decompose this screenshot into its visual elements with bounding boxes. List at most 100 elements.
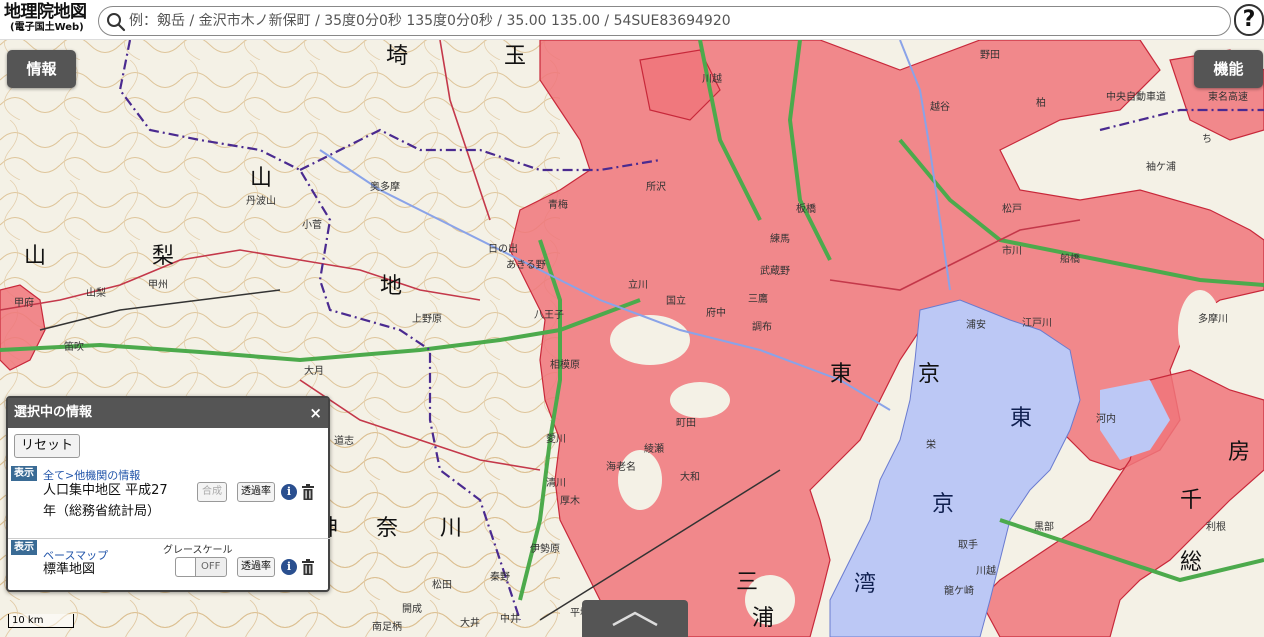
place-noda: 野田 bbox=[980, 50, 1000, 61]
toggle-state: OFF bbox=[201, 561, 221, 572]
place-sagamihara: 相模原 bbox=[550, 360, 580, 371]
map-label-so: 総 bbox=[1180, 550, 1203, 575]
place-tabayama: 丹波山 bbox=[246, 196, 276, 207]
functions-button[interactable]: 機能 bbox=[1194, 50, 1263, 88]
place-hadano: 秦野 bbox=[490, 572, 510, 583]
layer-name-line2: 年（総務省統計局） bbox=[43, 504, 161, 519]
place-isehara: 伊勢原 bbox=[530, 544, 560, 555]
map-label-ura: 浦 bbox=[752, 606, 775, 631]
map-label-gawa: 川 bbox=[440, 516, 463, 541]
place-nagara: 利根 bbox=[1206, 522, 1226, 533]
selected-info-panel: 選択中の情報 × リセット 表示 全て>他機関の情報 人口集中地区 平成27 年… bbox=[6, 396, 330, 592]
place-doshi: 道志 bbox=[334, 436, 354, 447]
chevron-up-icon bbox=[612, 611, 658, 627]
place-ayase: 綾瀬 bbox=[644, 444, 664, 455]
layer-name-line1: 人口集中地区 平成27 bbox=[43, 483, 168, 498]
reset-button[interactable]: リセット bbox=[14, 434, 80, 458]
place-kawagoe: 川越 bbox=[702, 74, 722, 85]
map-label-sai: 埼 bbox=[386, 44, 409, 69]
place-kisarazu: 川越 bbox=[976, 566, 996, 577]
trash-icon[interactable] bbox=[301, 559, 315, 575]
place-otsuki: 大月 bbox=[304, 366, 324, 377]
place-hachioji: 八王子 bbox=[534, 310, 564, 321]
map-label-bo: 房 bbox=[1228, 440, 1251, 465]
info-icon[interactable]: i bbox=[281, 559, 297, 575]
place-koshigaya: 越谷 bbox=[930, 102, 950, 113]
app-logo[interactable]: 地理院地図 (電子国土Web) bbox=[4, 3, 94, 37]
place-mitaka: 三鷹 bbox=[748, 294, 768, 305]
place-itabashi: 板橋 bbox=[796, 204, 816, 215]
place-fuefuki: 笛吹 bbox=[64, 342, 84, 353]
help-button[interactable]: ? bbox=[1234, 4, 1264, 36]
map-label-mi: 三 bbox=[736, 570, 759, 595]
toggle-knob bbox=[176, 558, 196, 576]
search-icon bbox=[107, 13, 126, 32]
layer-name: 標準地図 bbox=[43, 562, 96, 577]
place-kiyokawa: 清川 bbox=[546, 478, 566, 489]
place-yoroigawa: 河内 bbox=[1096, 414, 1116, 425]
place-hinode: 日の出 bbox=[488, 244, 518, 255]
logo-title: 地理院地図 bbox=[4, 2, 87, 22]
composite-button[interactable]: 合成 bbox=[197, 482, 227, 502]
place-yotsukaido: 多摩川 bbox=[1198, 314, 1228, 325]
map-label-chi2: 地 bbox=[380, 274, 403, 299]
bottom-drawer-handle[interactable] bbox=[582, 600, 688, 637]
place-edogawa: 江戸川 bbox=[1022, 318, 1052, 329]
place-oi: 大井 bbox=[460, 618, 480, 629]
place-obitsugawa: 取手 bbox=[958, 540, 978, 551]
place-tamagawa: 栄 bbox=[926, 440, 936, 451]
place-kaisei: 開成 bbox=[402, 604, 422, 615]
place-kosuge: 小菅 bbox=[302, 220, 322, 231]
place-uenohara: 上野原 bbox=[412, 314, 442, 325]
layer-item-did: 表示 全て>他機関の情報 人口集中地区 平成27 年（総務省統計局） 合成 透過… bbox=[11, 466, 327, 534]
map-label-to2: 東 bbox=[1010, 406, 1033, 431]
scale-bar: 10 km bbox=[8, 614, 74, 628]
place-okutama: 奥多摩 bbox=[370, 182, 400, 193]
map-label-tama: 玉 bbox=[504, 44, 527, 69]
map-label-kyo2: 京 bbox=[932, 492, 955, 517]
search-input[interactable] bbox=[129, 10, 1219, 32]
opacity-button[interactable]: 透過率 bbox=[237, 482, 275, 502]
place-nerima: 練馬 bbox=[770, 234, 790, 245]
grayscale-toggle[interactable]: OFF bbox=[175, 557, 227, 577]
place-funabashi: 船橋 bbox=[1060, 254, 1080, 265]
layer-visibility-badge[interactable]: 表示 bbox=[11, 466, 37, 481]
place-koshu: 甲州 bbox=[148, 280, 168, 291]
info-button[interactable]: 情報 bbox=[7, 50, 76, 88]
panel-title: 選択中の情報 bbox=[14, 405, 93, 420]
close-icon[interactable]: × bbox=[309, 398, 322, 428]
opacity-button[interactable]: 透過率 bbox=[237, 557, 275, 577]
map-label-kyo: 京 bbox=[918, 362, 941, 387]
panel-divider bbox=[8, 538, 330, 539]
trash-icon[interactable] bbox=[301, 484, 315, 500]
place-ome: 青梅 bbox=[548, 200, 568, 211]
place-atsugi: 厚木 bbox=[560, 496, 580, 507]
place-tachikawa: 立川 bbox=[628, 280, 648, 291]
layer-visibility-badge[interactable]: 表示 bbox=[11, 540, 37, 555]
place-ryugasaki: 東名高速 bbox=[1208, 92, 1248, 103]
place-fuchu: 府中 bbox=[706, 308, 726, 319]
place-musashino: 武蔵野 bbox=[760, 266, 790, 277]
place-akiruno: あきる野 bbox=[506, 260, 546, 271]
map-label-san: 山 bbox=[250, 166, 273, 191]
map-label-chi: 千 bbox=[1180, 488, 1203, 513]
place-yamanashi: 山梨 bbox=[86, 288, 106, 299]
info-icon[interactable]: i bbox=[281, 484, 297, 500]
layer-item-basemap: 表示 ベースマップ グレースケール 標準地図 OFF 透過率 i bbox=[11, 540, 327, 588]
map-label-wan: 湾 bbox=[854, 572, 877, 597]
place-inzai: 袖ケ浦 bbox=[1146, 162, 1176, 173]
map-label-to: 東 bbox=[830, 362, 853, 387]
place-kunitachi: 国立 bbox=[666, 296, 686, 307]
place-ebina: 海老名 bbox=[606, 462, 636, 473]
place-nakai: 中井 bbox=[500, 614, 520, 625]
grayscale-label: グレースケール bbox=[163, 545, 233, 556]
place-ichikawa: 市川 bbox=[1002, 246, 1022, 257]
map-label-nashi: 梨 bbox=[152, 244, 175, 269]
map-label-na: 奈 bbox=[376, 516, 399, 541]
search-box[interactable] bbox=[98, 6, 1231, 36]
place-kofu: 甲府 bbox=[14, 298, 34, 309]
logo-subtitle: (電子国土Web) bbox=[10, 22, 84, 33]
place-matsuda: 松田 bbox=[432, 580, 452, 591]
place-toride: 中央自動車道 bbox=[1106, 92, 1166, 103]
panel-header: 選択中の情報 × bbox=[8, 398, 328, 428]
